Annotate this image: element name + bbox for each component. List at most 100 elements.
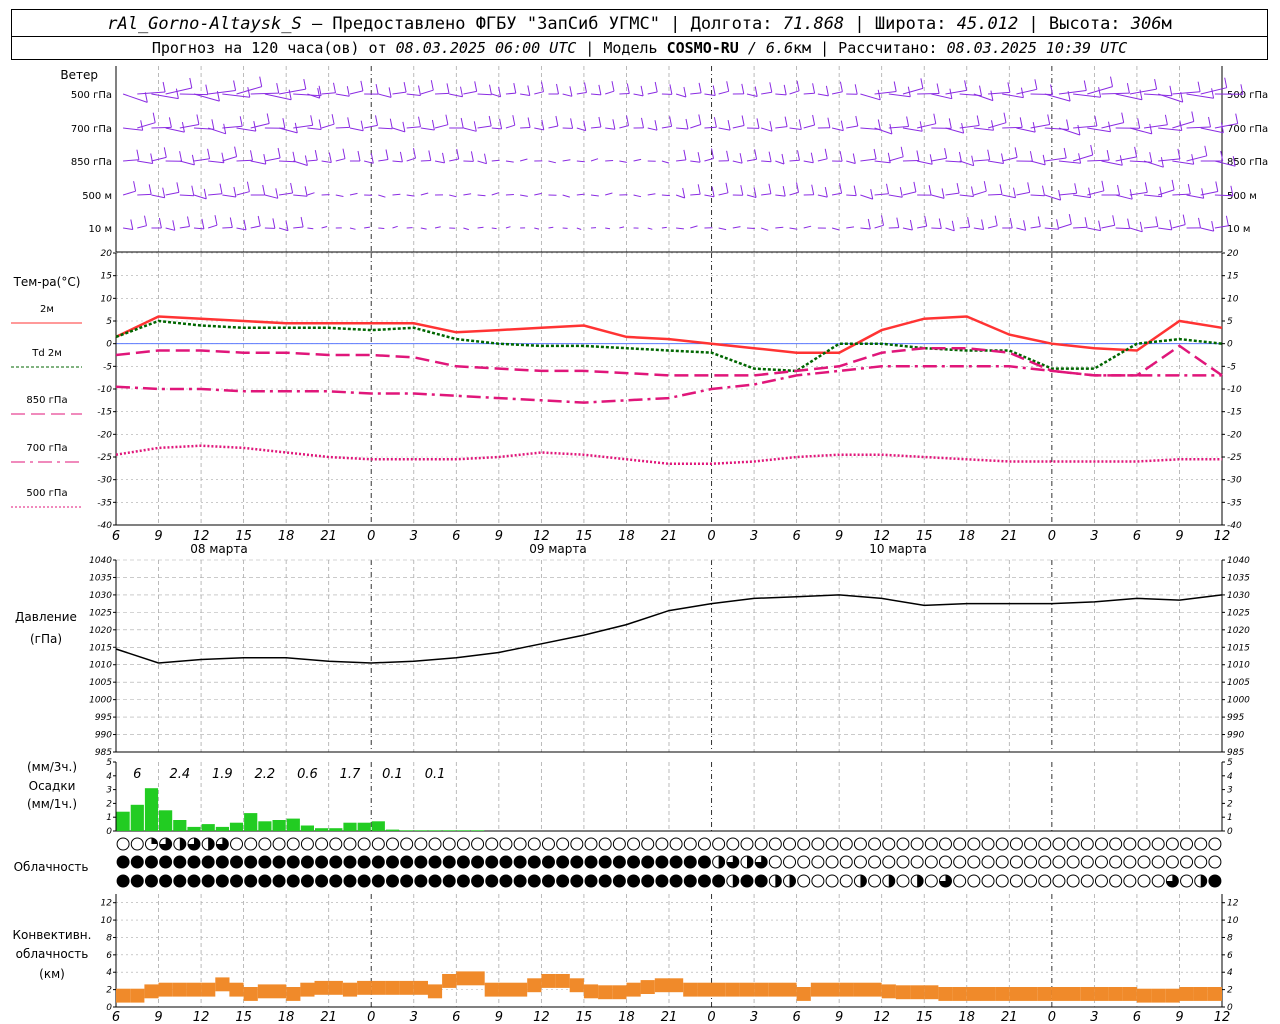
- pressure-ytick-left: 990: [95, 731, 112, 741]
- wind-barb-feather: [385, 149, 389, 160]
- temp-x-tick: 18: [618, 529, 635, 544]
- cloud-cover-icon: [159, 837, 173, 851]
- wind-barb-feather: [698, 82, 702, 93]
- wind-barb: [661, 160, 670, 164]
- conv-cloud-bar: [867, 982, 882, 997]
- cloud-cover-icon: [400, 837, 414, 851]
- cloud-cover-circle: [1109, 837, 1123, 851]
- wind-barb-feather: [346, 86, 350, 97]
- wind-barb-feather: [854, 84, 858, 95]
- wind-barb: [193, 194, 207, 200]
- cloud-cover-icon: [300, 837, 314, 851]
- wind-barb-feather: [1139, 221, 1143, 232]
- wind-barb: [1115, 227, 1130, 230]
- cloud-cover-circle: [357, 874, 371, 888]
- wind-barb: [902, 160, 919, 162]
- cloud-cover-circle: [1080, 837, 1094, 851]
- wind-barb: [888, 93, 911, 98]
- wind-barb: [775, 160, 785, 165]
- temp-ytick-left: -25: [97, 453, 112, 463]
- cloud-cover-circle: [215, 855, 229, 869]
- temp-x-tick: 0: [367, 529, 375, 544]
- cloud-cover-icon: [1109, 874, 1123, 888]
- wind-barb-feather: [541, 119, 545, 130]
- cloud-cover-circle: [797, 855, 811, 869]
- cloud-cover-circle: [1052, 855, 1066, 869]
- conv-x-tick: 9: [835, 1010, 843, 1024]
- wind-barb-feather: [290, 182, 294, 194]
- wind-barb: [519, 158, 528, 162]
- wind-barb: [534, 227, 540, 230]
- cloud-cover-icon: [853, 837, 867, 851]
- wind-barb-feather: [712, 85, 716, 96]
- conv-cloud-bar: [442, 974, 457, 988]
- wind-barb-feather: [1169, 219, 1173, 230]
- precip-ytick-right: 3: [1227, 786, 1233, 796]
- wind-barb: [151, 126, 172, 129]
- wind-barb-feather: [981, 219, 985, 230]
- cloud-cover-circle: [272, 837, 286, 851]
- wind-barb-feather: [971, 186, 974, 197]
- cloud-cover-icon: [1080, 837, 1094, 851]
- wind-barb: [619, 226, 625, 229]
- cloud-cover-circle: [471, 837, 485, 851]
- cloud-cover-circle: [740, 874, 754, 888]
- cloud-cover-circle: [499, 855, 513, 869]
- cloud-cover-circle: [485, 874, 499, 888]
- wind-barb-feather: [304, 186, 308, 197]
- conv-cloud-bar: [1066, 987, 1081, 1001]
- wind-barb: [931, 93, 953, 100]
- wind-barb-feather: [527, 85, 531, 96]
- cloud-cover-circle: [868, 855, 882, 869]
- wind-level-label-left: 850 гПа: [71, 157, 112, 168]
- wind-barb-feather: [207, 148, 211, 159]
- cloud-cover-icon: [1052, 837, 1066, 851]
- temp-ytick-left: 5: [106, 317, 112, 327]
- conv-cloud-bar: [1023, 987, 1038, 1001]
- wind-barb-feather: [906, 116, 910, 127]
- wind-barb-feather: [179, 151, 183, 162]
- wind-barb-feather: [162, 81, 166, 93]
- cloud-cover-circle: [187, 874, 201, 888]
- wind-barb-feather: [1169, 85, 1173, 96]
- wind-barb: [860, 93, 881, 101]
- wind-barb-feather: [168, 117, 172, 128]
- cloud-cover-icon: [215, 855, 229, 869]
- wind-barb: [335, 126, 350, 129]
- cloud-cover-icon: [1165, 837, 1179, 851]
- wind-barb: [165, 127, 185, 133]
- wind-barb: [576, 92, 587, 95]
- conv-ytick-right: 12: [1227, 899, 1239, 909]
- wind-barb: [831, 227, 840, 231]
- wind-barb: [761, 193, 771, 196]
- cloud-cover-circle: [995, 855, 1009, 869]
- wind-barb-feather: [584, 82, 587, 93]
- cloud-cover-icon: [641, 837, 655, 851]
- wind-barb: [605, 192, 613, 196]
- cloud-cover-icon: [414, 855, 428, 869]
- cloud-cover-icon: [442, 874, 456, 888]
- wind-level-label-left: 500 м: [82, 191, 112, 202]
- wind-barb-feather: [1110, 76, 1113, 87]
- wind-barb-feather: [247, 87, 251, 98]
- cloud-cover-circle: [1137, 855, 1151, 869]
- pressure-ytick-left: 985: [95, 748, 112, 758]
- wind-barb: [434, 160, 445, 164]
- cloud-cover-icon: [754, 837, 768, 851]
- cloud-cover-icon: [527, 855, 541, 869]
- conv-x-tick: 21: [661, 1010, 678, 1024]
- wind-barb-feather: [333, 82, 336, 93]
- conv-x-tick: 3: [410, 1010, 418, 1024]
- wind-barb: [1044, 93, 1071, 102]
- cloud-cover-circle: [343, 837, 357, 851]
- wind-barb-feather: [1121, 112, 1125, 123]
- conv-cloud-bar: [669, 978, 684, 993]
- precip-bar: [130, 804, 144, 831]
- cloud-cover-icon: [315, 874, 329, 888]
- conv-cloud-bar: [243, 987, 258, 1001]
- cloud-cover-icon: [882, 837, 896, 851]
- wind-barb: [619, 93, 630, 95]
- conv-cloud-bar: [130, 988, 145, 1003]
- wind-barb: [463, 90, 477, 95]
- cloud-cover-circle: [1180, 874, 1194, 888]
